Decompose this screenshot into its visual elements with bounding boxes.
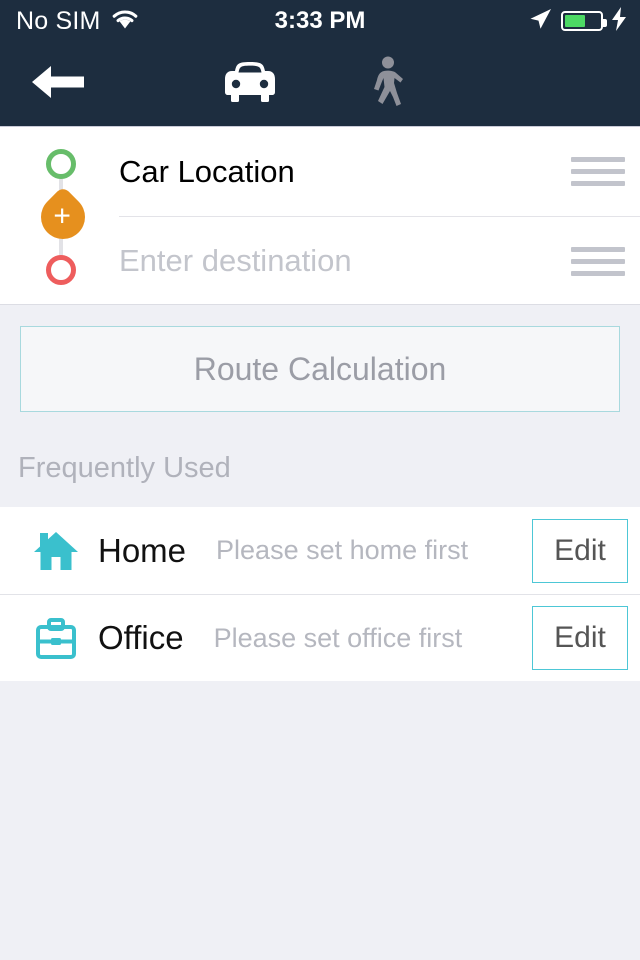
status-bar-right [527, 6, 627, 37]
car-icon [220, 59, 280, 110]
carrier-label: No SIM [16, 6, 101, 35]
list-item-name: Home [98, 531, 187, 569]
tab-walking[interactable] [359, 56, 421, 113]
add-waypoint-button[interactable]: + [31, 185, 95, 249]
home-icon [28, 529, 84, 573]
route-input-panel: + Car Location Enter destination [0, 127, 640, 305]
location-arrow-icon [527, 6, 553, 37]
lightning-bolt-icon [611, 6, 627, 36]
list-item-hint: Please set office first [213, 622, 463, 653]
back-button[interactable] [30, 60, 86, 108]
edit-button-home[interactable]: Edit [532, 518, 628, 583]
status-bar-left: No SIM [16, 7, 140, 36]
list-item[interactable]: Office Please set office first Edit [0, 594, 640, 681]
navigation-bar [0, 42, 640, 127]
battery-icon [561, 11, 607, 31]
drag-handle-icon-destination[interactable] [571, 246, 625, 276]
list-item[interactable]: Home Please set home first Edit [0, 507, 640, 594]
origin-input[interactable]: Car Location [119, 154, 571, 190]
destination-input[interactable]: Enter destination [119, 243, 571, 279]
origin-row[interactable]: Car Location [119, 127, 640, 216]
briefcase-icon [28, 616, 84, 660]
back-arrow-icon [30, 61, 86, 108]
tab-driving[interactable] [219, 58, 281, 110]
origin-node-marker [46, 149, 76, 179]
list-item-name: Office [98, 619, 184, 656]
drag-handle-icon-origin[interactable] [571, 157, 625, 186]
route-node-track: + [31, 149, 95, 285]
frequently-used-title: Frequently Used [18, 452, 231, 484]
edit-button-office[interactable]: Edit [532, 606, 628, 670]
wifi-icon [110, 7, 140, 35]
travel-mode-tabs [0, 56, 640, 113]
plus-icon: + [53, 199, 72, 233]
route-calculation-button[interactable]: Route Calculation [20, 326, 620, 412]
destination-row[interactable]: Enter destination [119, 216, 640, 305]
walking-person-icon [369, 56, 411, 113]
destination-node-marker [46, 255, 76, 285]
status-bar: No SIM 3:33 PM [0, 0, 640, 42]
list-item-hint: Please set home first [216, 535, 469, 565]
frequently-used-list: Home Please set home first Edit Office P… [0, 507, 640, 681]
route-calculation-section: Route Calculation [0, 305, 640, 412]
